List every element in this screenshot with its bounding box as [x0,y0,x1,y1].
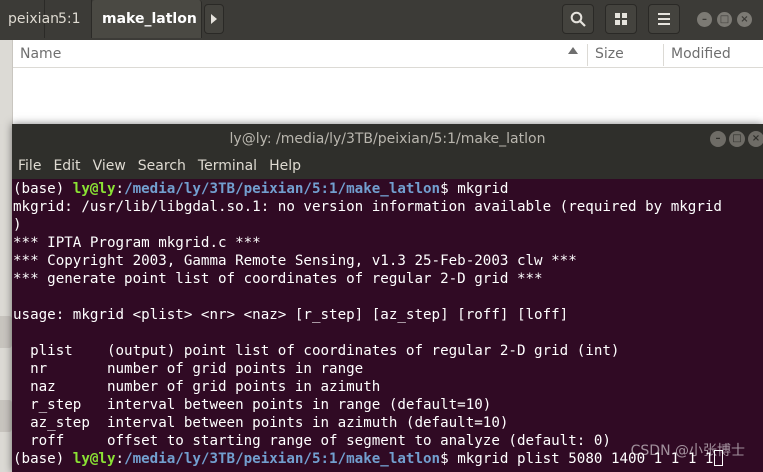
chevron-right-icon [211,14,217,24]
terminal-titlebar[interactable]: ly@ly: /media/ly/3TB/peixian/5:1/make_la… [12,124,763,153]
output-line: *** Copyright 2003, Gamma Remote Sensing… [13,253,577,269]
output-line: roff offset to starting range of segment… [13,433,611,449]
minimize-icon[interactable]: – [697,12,712,27]
view-toggle-button[interactable] [605,4,637,34]
column-label: Size [595,45,624,62]
prompt-user-host: ly@ly [72,181,116,197]
sidebar-handle[interactable] [0,400,12,432]
tab-make-latlon[interactable]: make_latlon [92,0,202,38]
close-icon[interactable]: × [748,131,763,147]
close-icon[interactable]: × [737,12,752,27]
maximize-icon[interactable]: □ [717,12,732,27]
minimize-icon[interactable]: – [710,131,726,147]
terminal-menubar: File Edit View Search Terminal Help [12,153,763,179]
output-line: naz number of grid points in azimuth [13,379,381,395]
maximize-icon[interactable]: □ [729,131,745,147]
menu-view[interactable]: View [87,158,132,174]
column-header-name[interactable]: Name [13,40,588,68]
search-icon [570,11,586,27]
tab-peixian[interactable]: peixian [0,0,59,38]
prompt-separator: : [115,451,125,467]
output-line: *** IPTA Program mkgrid.c *** [13,235,261,251]
menu-edit[interactable]: Edit [47,158,86,174]
hamburger-menu-icon [658,13,670,25]
tab-5-1[interactable]: 5:1 [46,0,92,38]
search-button[interactable] [562,4,594,34]
output-line: plist (output) point list of coordinates… [13,343,620,359]
column-label: Modified [671,45,731,62]
prompt-path: /media/ly/3TB/peixian/5:1/make_latlon [124,181,441,197]
column-label: Name [20,45,62,62]
file-manager-headerbar: peixian 5:1 make_latlon – □ × [0,0,763,41]
column-header-size[interactable]: Size [588,40,664,68]
command-text: mkgrid [457,181,509,197]
prompt-line: (base) ly@ly:/media/ly/3TB/peixian/5:1/m… [13,180,508,198]
output-line: usage: mkgrid <plist> <nr> <naz> [r_step… [13,307,569,323]
output-line: *** generate point list of coordinates o… [13,271,543,287]
prompt-separator: : [115,181,125,197]
window-title: ly@ly: /media/ly/3TB/peixian/5:1/make_la… [229,130,546,147]
menu-file[interactable]: File [12,158,47,174]
output-line: ) [13,217,22,233]
sort-ascending-icon [568,47,578,54]
terminal-output[interactable]: (base) ly@ly:/media/ly/3TB/peixian/5:1/m… [12,179,763,472]
app-menu-button[interactable] [648,4,680,34]
terminal-window: ly@ly: /media/ly/3TB/peixian/5:1/make_la… [12,124,763,472]
menu-help[interactable]: Help [263,158,307,174]
output-line: r_step interval between points in range … [13,397,492,413]
output-line: az_step interval between points in azimu… [13,415,509,431]
menu-search[interactable]: Search [132,158,192,174]
menu-terminal[interactable]: Terminal [192,158,263,174]
tab-label: make_latlon [102,11,197,27]
sidebar-handle[interactable] [0,316,12,348]
prompt-env: (base) [13,451,73,467]
prompt-symbol: $ [440,181,458,197]
prompt-symbol: $ [440,451,458,467]
tab-label: 5:1 [58,11,81,27]
grid-view-icon [615,13,627,25]
prompt-line: (base) ly@ly:/media/ly/3TB/peixian/5:1/m… [13,450,724,468]
prompt-path: /media/ly/3TB/peixian/5:1/make_latlon [124,451,441,467]
prompt-user-host: ly@ly [72,451,116,467]
column-header-modified[interactable]: Modified [664,40,763,68]
tabs-scroll-button[interactable] [204,4,224,34]
prompt-env: (base) [13,181,73,197]
output-line: nr number of grid points in range [13,361,364,377]
output-line: mkgrid: /usr/lib/libgdal.so.1: no versio… [13,199,722,215]
watermark: CSDN @小张博士 [630,443,745,459]
